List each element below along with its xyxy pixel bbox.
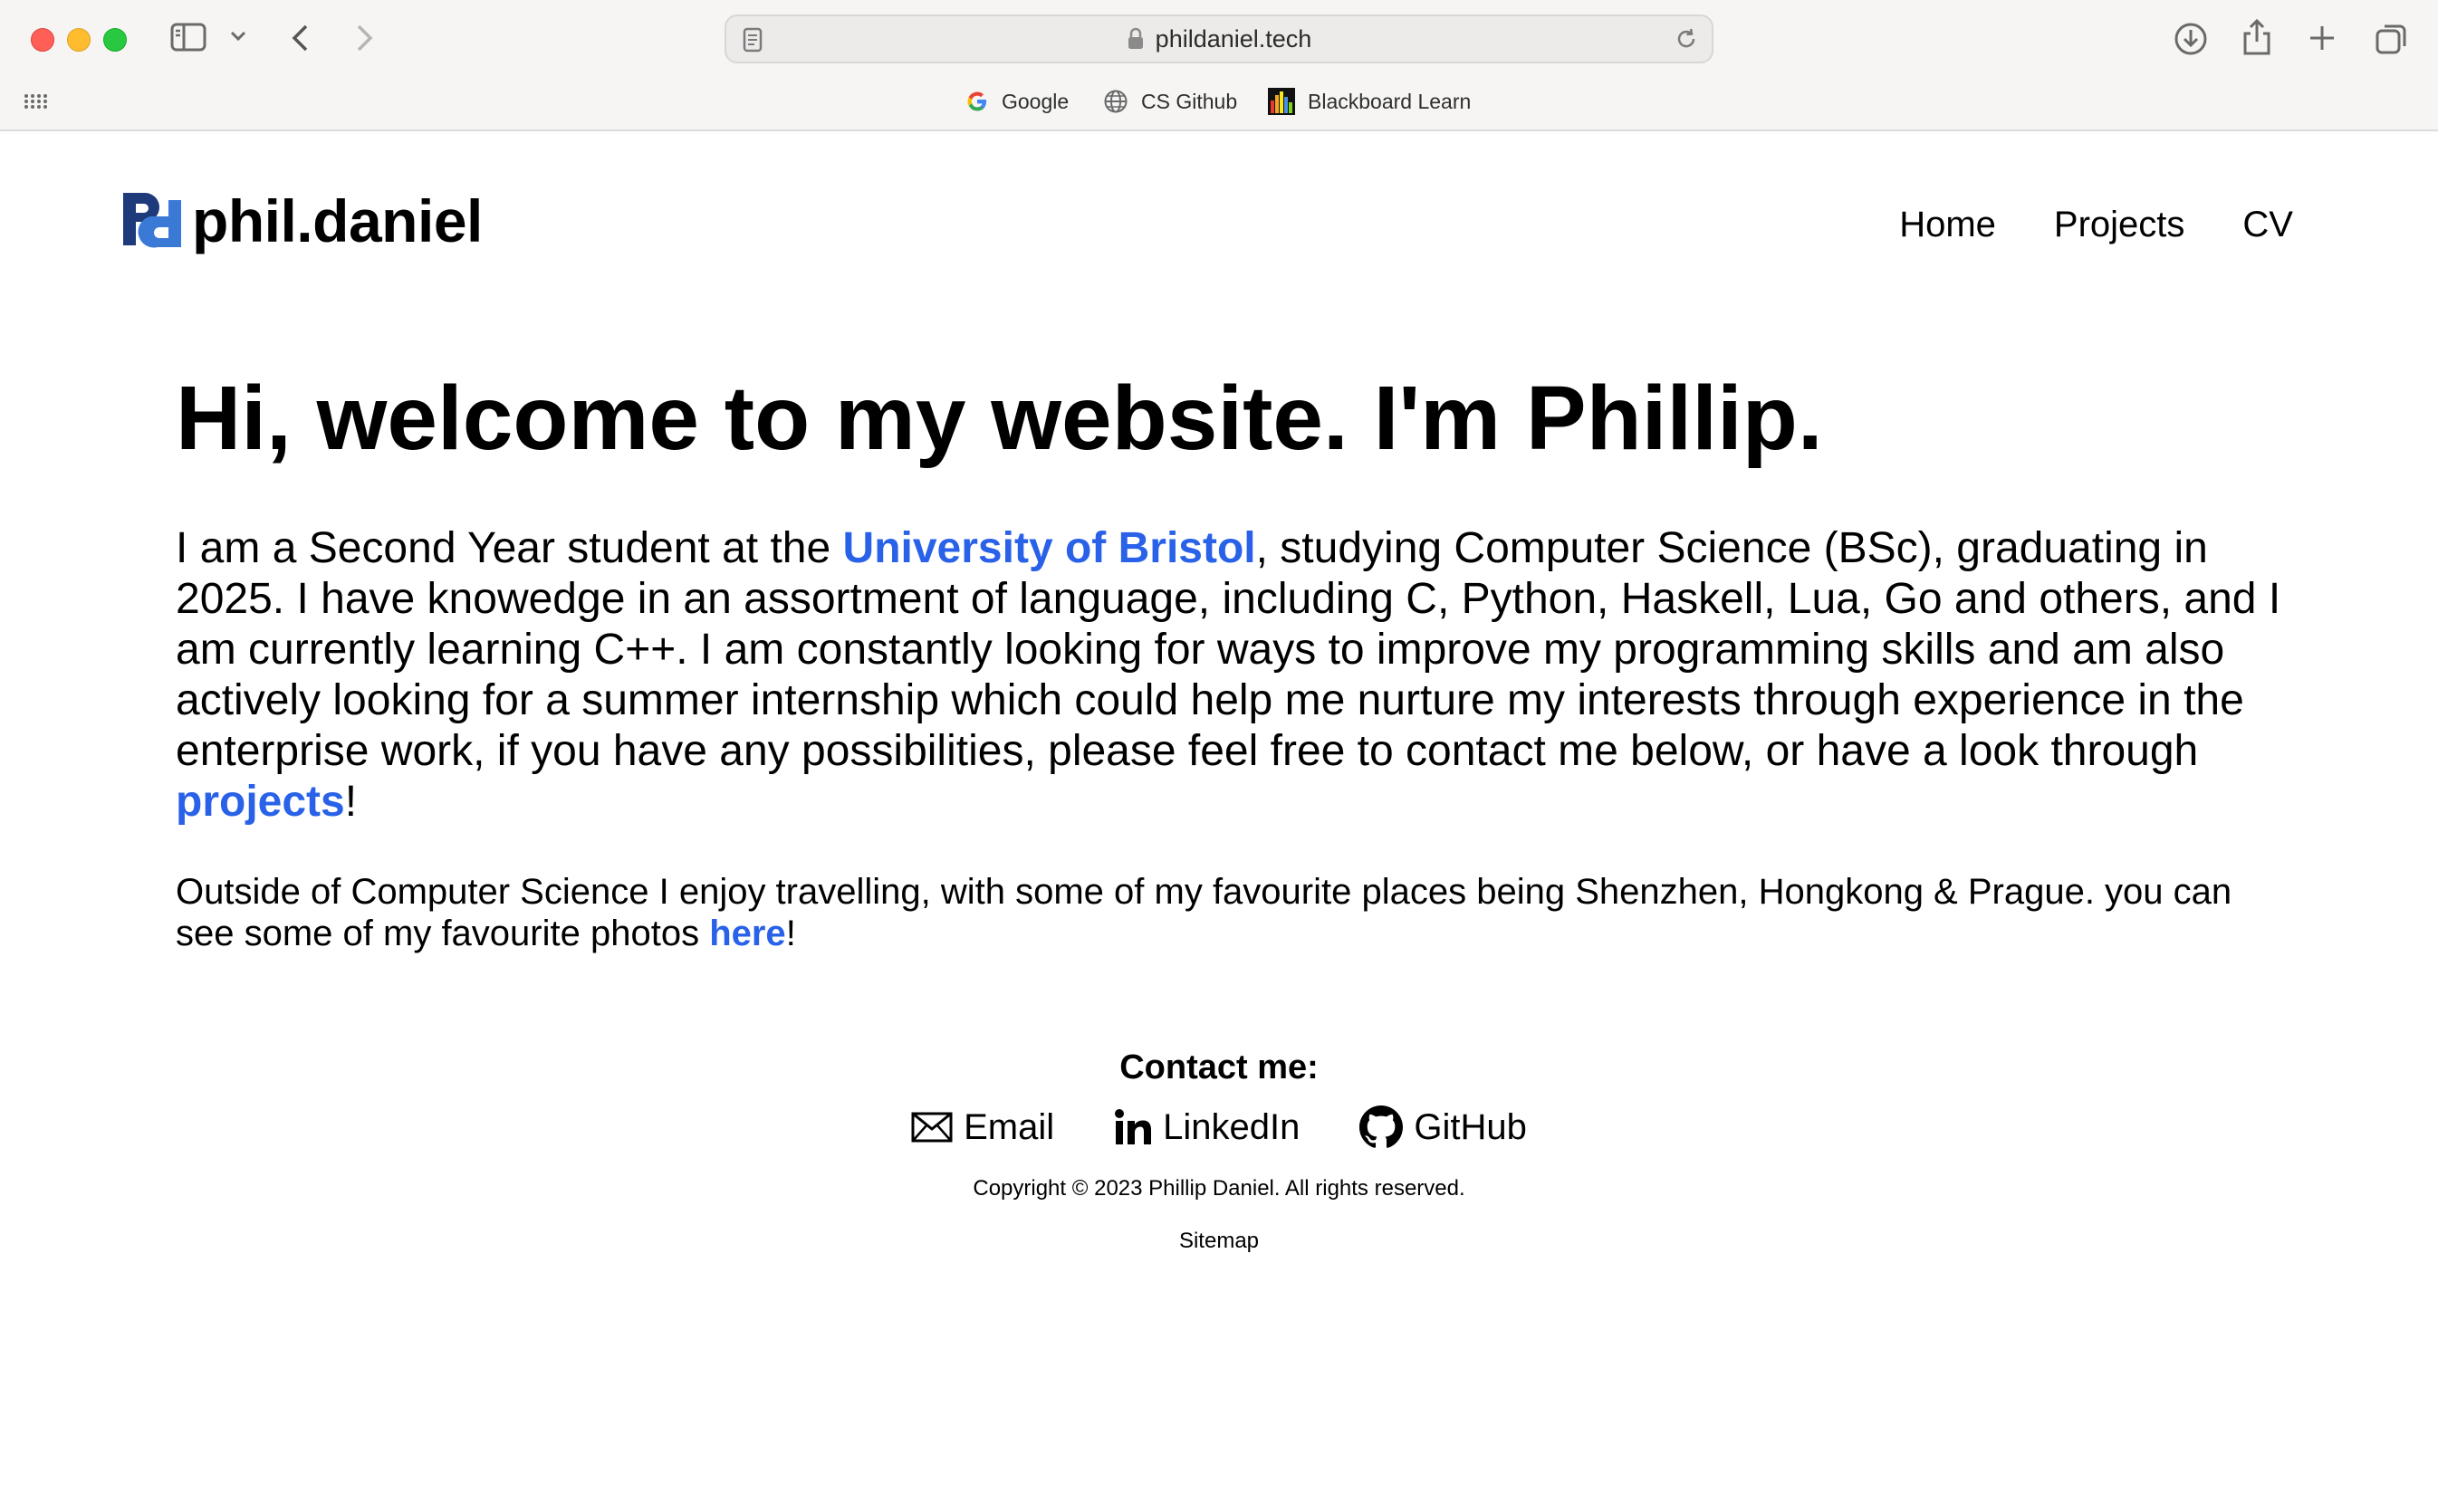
linkedin-link[interactable]: LinkedIn: [1114, 1105, 1300, 1149]
sidebar-icon: [170, 23, 206, 52]
globe-icon: [1104, 90, 1128, 113]
tab-overview-button[interactable]: [2375, 22, 2409, 56]
bookmark-label: CS Github: [1141, 89, 1238, 113]
chevron-left-icon: [292, 24, 308, 52]
chevron-right-icon: [357, 24, 373, 52]
travel-text: Outside of Computer Science I enjoy trav…: [176, 872, 2232, 953]
nav-projects[interactable]: Projects: [2054, 205, 2185, 245]
minimize-window-button[interactable]: [67, 28, 91, 52]
plus-icon: [2310, 26, 2334, 50]
zoom-window-button[interactable]: [103, 28, 127, 52]
share-button[interactable]: [2241, 18, 2272, 56]
reload-icon[interactable]: [1674, 26, 1699, 52]
bookmarks-bar: Google CS Github Blackboard Learn: [0, 80, 2438, 123]
main-nav: Home Projects CV: [1899, 205, 2293, 245]
logo-text: phil.daniel: [192, 187, 483, 254]
download-icon: [2174, 23, 2207, 55]
share-icon: [2243, 18, 2270, 55]
page-title: Hi, welcome to my website. I'm Phillip.: [176, 368, 1823, 469]
browser-toolbar: phildaniel.tech Google CS Github Blackbo…: [0, 0, 2438, 131]
blackboard-icon: [1268, 88, 1295, 115]
nav-cv[interactable]: CV: [2242, 205, 2293, 245]
site-logo[interactable]: phil.daniel: [123, 187, 483, 255]
nav-home[interactable]: Home: [1899, 205, 1996, 245]
grid-icon: [24, 94, 47, 109]
bookmark-cs-github[interactable]: CS Github: [1103, 80, 1237, 123]
github-link[interactable]: GitHub: [1359, 1105, 1527, 1149]
intro-paragraph: I am a Second Year student at the Univer…: [176, 523, 2295, 828]
github-label: GitHub: [1414, 1106, 1527, 1147]
google-icon: [967, 91, 986, 111]
projects-link[interactable]: projects: [176, 778, 345, 826]
bookmark-blackboard-learn[interactable]: Blackboard Learn: [1268, 80, 1471, 123]
new-tab-button[interactable]: [2308, 24, 2337, 53]
address-bar[interactable]: phildaniel.tech: [725, 14, 1713, 63]
contact-section: Contact me: Email LinkedIn GitHub Copyri…: [0, 1048, 2438, 1254]
envelope-icon: [911, 1112, 953, 1143]
chevron-down-icon: [230, 31, 246, 42]
intro-text-end: !: [344, 778, 358, 826]
intro-text-start: I am a Second Year student at the: [176, 524, 843, 572]
downloads-button[interactable]: [2174, 22, 2208, 56]
photos-link[interactable]: here: [709, 914, 786, 953]
github-icon: [1359, 1105, 1404, 1148]
favorites-grid-button[interactable]: [24, 92, 47, 110]
linkedin-icon: [1115, 1109, 1152, 1144]
close-window-button[interactable]: [31, 28, 54, 52]
tab-group-menu-button[interactable]: [230, 31, 246, 42]
pd-logo-icon: [123, 193, 181, 248]
travel-text-end: !: [785, 914, 796, 953]
back-button[interactable]: [290, 24, 310, 53]
sidebar-toggle-button[interactable]: [170, 22, 206, 53]
email-label: Email: [964, 1106, 1055, 1147]
travel-paragraph: Outside of Computer Science I enjoy trav…: [176, 871, 2295, 954]
bookmark-label: Blackboard Learn: [1308, 89, 1472, 113]
bookmark-google[interactable]: Google: [965, 80, 1069, 123]
contact-links: Email LinkedIn GitHub: [0, 1105, 2438, 1149]
lock-icon: [1128, 27, 1143, 49]
sitemap-link[interactable]: Sitemap: [1179, 1229, 1259, 1254]
email-link[interactable]: Email: [911, 1105, 1054, 1149]
url-text: phildaniel.tech: [1155, 24, 1312, 53]
copyright-text: Copyright © 2023 Phillip Daniel. All rig…: [973, 1176, 1465, 1201]
bookmark-label: Google: [1002, 89, 1070, 113]
university-link[interactable]: University of Bristol: [843, 524, 1256, 572]
tabs-icon: [2376, 24, 2406, 54]
contact-heading: Contact me:: [1119, 1048, 1319, 1086]
linkedin-label: LinkedIn: [1163, 1106, 1301, 1147]
forward-button[interactable]: [355, 24, 375, 53]
